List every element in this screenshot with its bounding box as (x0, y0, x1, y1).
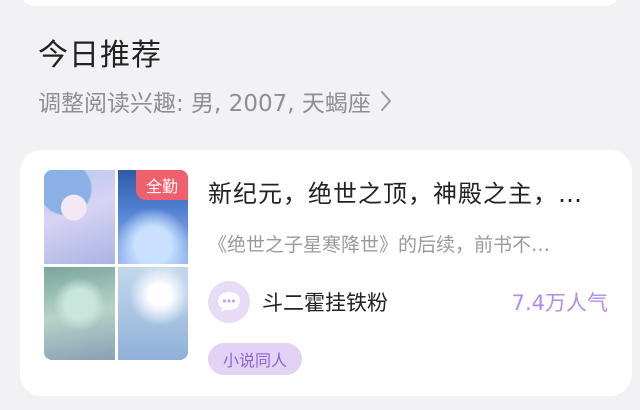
previous-card-edge (18, 0, 622, 6)
section-title: 今日推荐 (38, 38, 162, 73)
full-attendance-badge: 全勤 (136, 170, 188, 200)
book-card[interactable]: 全勤 新纪元，绝世之顶，神殿之主，… 《绝世之子星寒降世》的后续，前书不… 斗二… (20, 150, 632, 396)
book-cover[interactable]: 全勤 (44, 170, 188, 360)
author-name[interactable]: 斗二霍挂铁粉 (262, 287, 388, 317)
author-row[interactable]: 斗二霍挂铁粉 7.4万人气 (208, 280, 608, 324)
book-title[interactable]: 新纪元，绝世之顶，神殿之主，… (208, 174, 618, 209)
genre-tag[interactable]: 小说同人 (208, 343, 303, 375)
book-description: 《绝世之子星寒降世》的后续，前书不… (208, 234, 551, 256)
cover-image-3 (44, 266, 115, 360)
chevron-right-icon (380, 91, 391, 111)
chat-bubble-icon (218, 292, 240, 312)
popularity-count: 7.4万人气 (511, 291, 608, 315)
interest-text: 调整阅读兴趣: 男, 2007, 天蝎座 (38, 91, 371, 117)
cover-image-4 (117, 266, 188, 360)
author-avatar[interactable] (208, 281, 250, 323)
adjust-interest-link[interactable]: 调整阅读兴趣: 男, 2007, 天蝎座 (38, 84, 393, 118)
cover-image-1 (44, 170, 115, 264)
